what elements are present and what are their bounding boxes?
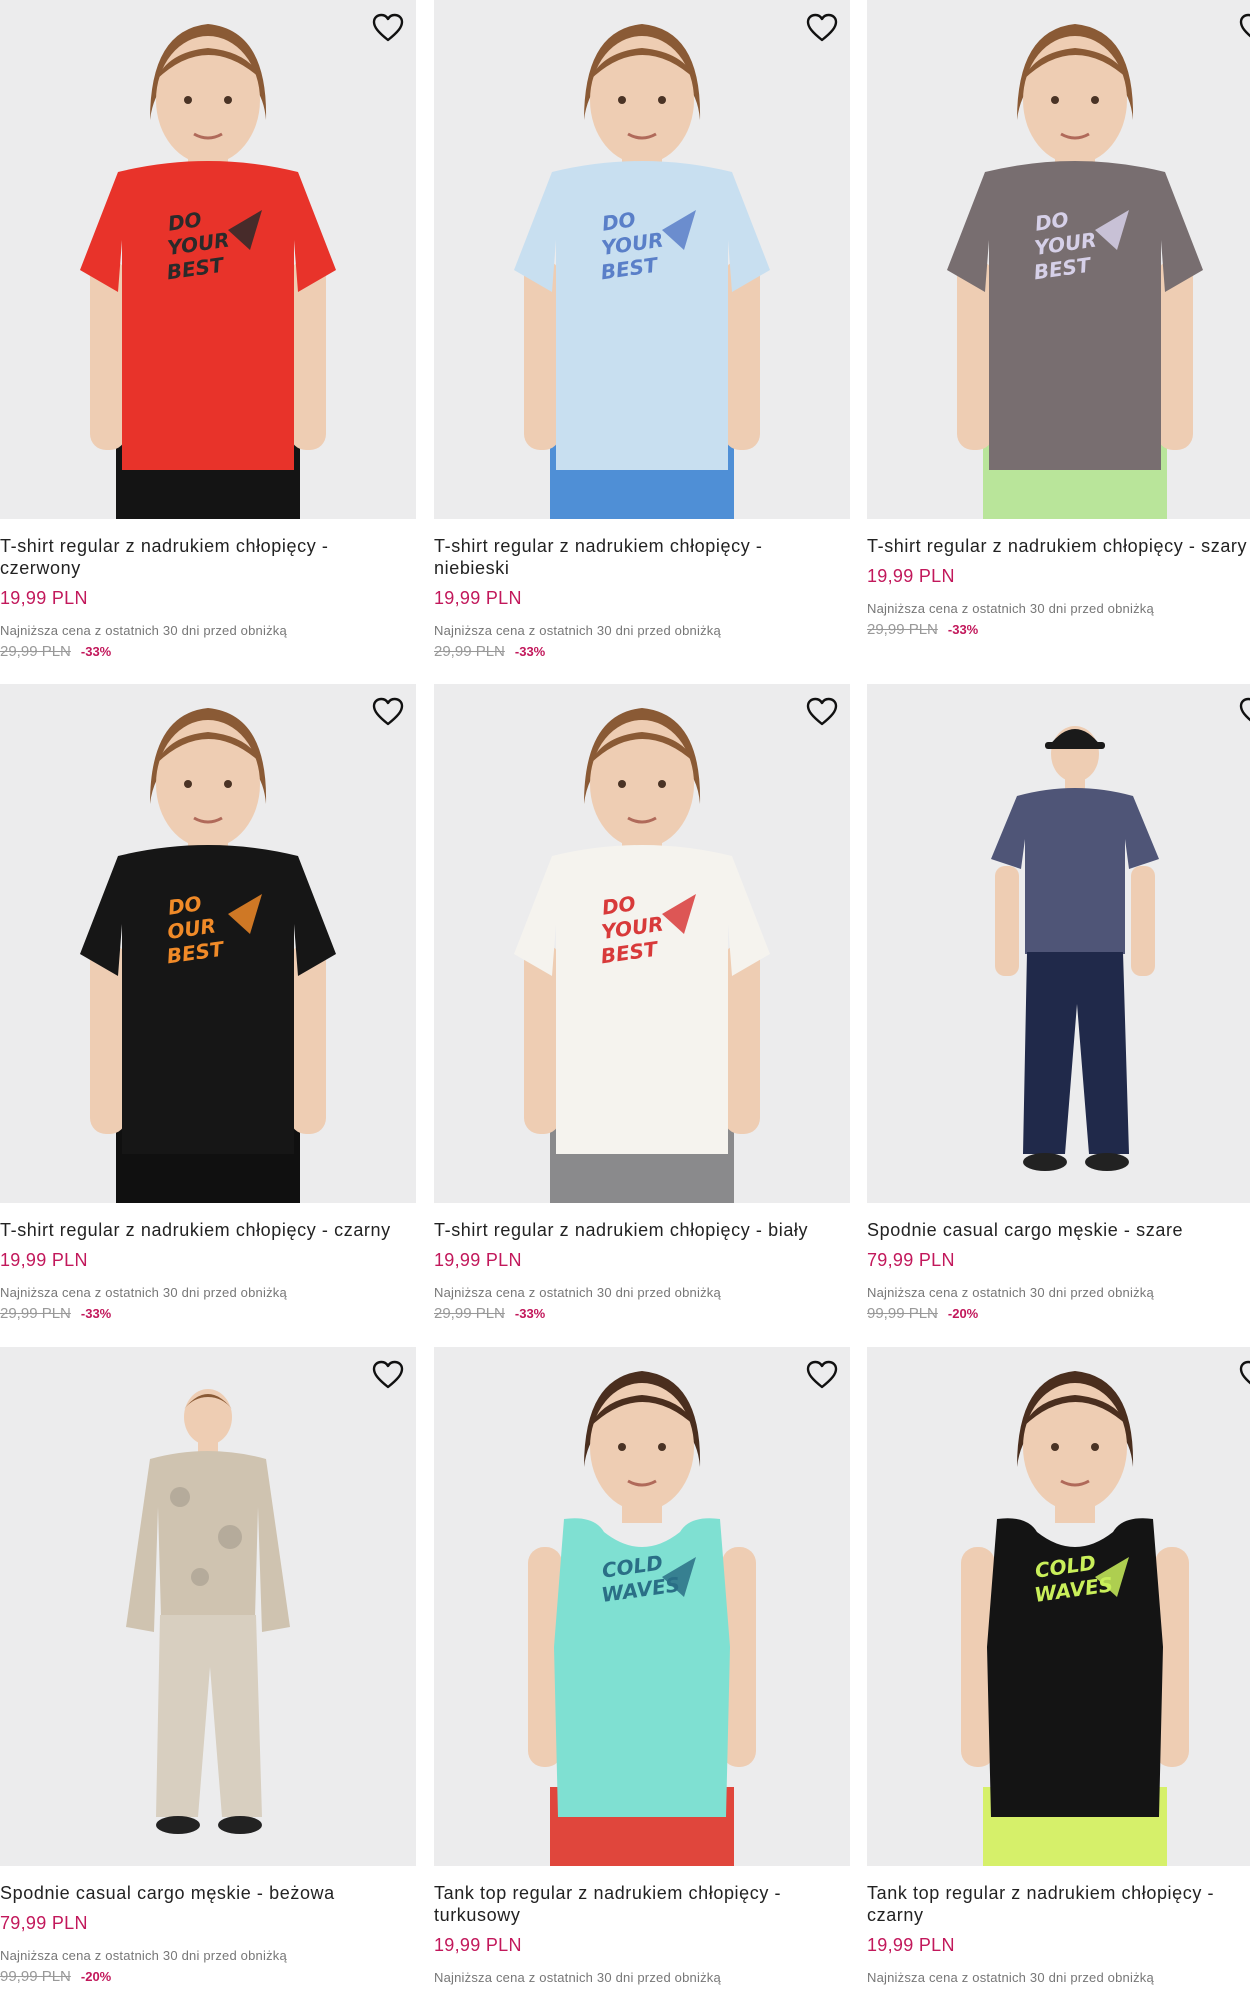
- heart-icon[interactable]: [370, 696, 406, 728]
- discount-badge: -33%: [514, 644, 546, 659]
- product-card[interactable]: COLD WAVES Tank top regular z nadrukiem c…: [867, 1347, 1250, 1990]
- product-image[interactable]: [867, 684, 1250, 1203]
- old-price-row: 29,99 PLN -33%: [0, 1305, 416, 1322]
- lowest-price-note: Najniższa cena z ostatnich 30 dni przed …: [434, 1285, 721, 1300]
- heart-icon[interactable]: [370, 12, 406, 44]
- old-price: 99,99 PLN: [0, 1968, 71, 1985]
- product-info: T-shirt regular z nadrukiem chłopięcy - …: [434, 1203, 850, 1322]
- old-price: 29,99 PLN: [867, 621, 938, 638]
- product-name[interactable]: T-shirt regular z nadrukiem chłopięcy - …: [0, 535, 400, 579]
- product-info: T-shirt regular z nadrukiem chłopięcy - …: [0, 1203, 416, 1322]
- product-card[interactable]: DO YOUR BEST T-shirt regular z nadrukiem c…: [867, 0, 1250, 638]
- discount-badge: -33%: [947, 622, 979, 637]
- heart-icon[interactable]: [804, 696, 840, 728]
- product-price: 19,99 PLN: [867, 566, 955, 586]
- old-price-row: 29,99 PLN -33%: [434, 643, 850, 660]
- heart-icon[interactable]: [1237, 12, 1250, 44]
- lowest-price-note: Najniższa cena z ostatnich 30 dni przed …: [434, 623, 721, 638]
- product-image[interactable]: DO YOUR BEST: [434, 684, 850, 1203]
- old-price: 29,99 PLN: [434, 1305, 505, 1322]
- heart-icon[interactable]: [804, 12, 840, 44]
- product-image[interactable]: DO YOUR BEST: [867, 0, 1250, 519]
- product-name[interactable]: T-shirt regular z nadrukiem chłopięcy - …: [867, 535, 1250, 557]
- product-price: 79,99 PLN: [867, 1250, 955, 1270]
- lowest-price-note: Najniższa cena z ostatnich 30 dni przed …: [867, 1285, 1154, 1300]
- discount-badge: -33%: [80, 644, 112, 659]
- product-info: Spodnie casual cargo męskie - szare 79,9…: [867, 1203, 1250, 1322]
- lowest-price-note: Najniższa cena z ostatnich 30 dni przed …: [0, 1948, 287, 1963]
- heart-icon[interactable]: [804, 1359, 840, 1391]
- product-card[interactable]: Spodnie casual cargo męskie - szare 79,9…: [867, 684, 1250, 1322]
- product-price: 19,99 PLN: [0, 588, 88, 608]
- discount-badge: -33%: [80, 1306, 112, 1321]
- product-card[interactable]: DO YOUR BEST T-shirt regular z nadrukiem c…: [0, 0, 416, 660]
- product-name[interactable]: Spodnie casual cargo męskie - szare: [867, 1219, 1250, 1241]
- old-price: 99,99 PLN: [867, 1305, 938, 1322]
- product-price: 19,99 PLN: [867, 1935, 955, 1955]
- product-info: Tank top regular z nadrukiem chłopięcy -…: [434, 1866, 850, 1990]
- lowest-price-note: Najniższa cena z ostatnich 30 dni przed …: [0, 623, 287, 638]
- product-image[interactable]: [0, 1347, 416, 1866]
- product-image[interactable]: DO YOUR BEST: [0, 0, 416, 519]
- product-name[interactable]: T-shirt regular z nadrukiem chłopięcy - …: [434, 1219, 834, 1241]
- old-price-row: 99,99 PLN -20%: [0, 1968, 416, 1985]
- old-price: 29,99 PLN: [0, 643, 71, 660]
- product-price: 19,99 PLN: [0, 1250, 88, 1270]
- discount-badge: -33%: [514, 1306, 546, 1321]
- product-info: Spodnie casual cargo męskie - beżowa 79,…: [0, 1866, 416, 1985]
- old-price: 29,99 PLN: [0, 1305, 71, 1322]
- product-name[interactable]: Spodnie casual cargo męskie - beżowa: [0, 1882, 400, 1904]
- product-price: 19,99 PLN: [434, 1250, 522, 1270]
- heart-icon[interactable]: [370, 1359, 406, 1391]
- old-price-row: 29,99 PLN -33%: [0, 643, 416, 660]
- product-image[interactable]: COLD WAVES: [434, 1347, 850, 1866]
- product-card[interactable]: DO YOUR BEST T-shirt regular z nadrukiem c…: [434, 0, 850, 660]
- old-price-row: 29,99 PLN -33%: [434, 1305, 850, 1322]
- product-image[interactable]: DO YOUR BEST: [434, 0, 850, 519]
- old-price-row: 29,99 PLN -33%: [867, 621, 1250, 638]
- product-card[interactable]: COLD WAVES Tank top regular z nadrukiem c…: [434, 1347, 850, 1990]
- product-image[interactable]: DO OUR BEST: [0, 684, 416, 1203]
- lowest-price-note: Najniższa cena z ostatnich 30 dni przed …: [867, 1970, 1154, 1985]
- product-price: 19,99 PLN: [434, 1935, 522, 1955]
- product-grid: DO YOUR BEST T-shirt regular z nadrukiem c…: [0, 0, 1250, 1992]
- old-price-row: 99,99 PLN -20%: [867, 1305, 1250, 1322]
- product-name[interactable]: T-shirt regular z nadrukiem chłopięcy - …: [434, 535, 834, 579]
- product-info: Tank top regular z nadrukiem chłopięcy -…: [867, 1866, 1250, 1990]
- product-price: 19,99 PLN: [434, 588, 522, 608]
- heart-icon[interactable]: [1237, 696, 1250, 728]
- product-image[interactable]: COLD WAVES: [867, 1347, 1250, 1866]
- discount-badge: -20%: [80, 1969, 112, 1984]
- product-info: T-shirt regular z nadrukiem chłopięcy - …: [0, 519, 416, 660]
- product-price: 79,99 PLN: [0, 1913, 88, 1933]
- lowest-price-note: Najniższa cena z ostatnich 30 dni przed …: [434, 1970, 721, 1985]
- discount-badge: -20%: [947, 1306, 979, 1321]
- lowest-price-note: Najniższa cena z ostatnich 30 dni przed …: [0, 1285, 287, 1300]
- old-price: 29,99 PLN: [434, 643, 505, 660]
- product-info: T-shirt regular z nadrukiem chłopięcy - …: [867, 519, 1250, 638]
- product-name[interactable]: T-shirt regular z nadrukiem chłopięcy - …: [0, 1219, 400, 1241]
- product-info: T-shirt regular z nadrukiem chłopięcy - …: [434, 519, 850, 660]
- product-name[interactable]: Tank top regular z nadrukiem chłopięcy -…: [434, 1882, 834, 1926]
- heart-icon[interactable]: [1237, 1359, 1250, 1391]
- lowest-price-note: Najniższa cena z ostatnich 30 dni przed …: [867, 601, 1154, 616]
- product-card[interactable]: DO YOUR BEST T-shirt regular z nadrukiem c…: [434, 684, 850, 1322]
- product-card[interactable]: Spodnie casual cargo męskie - beżowa 79,…: [0, 1347, 416, 1985]
- product-card[interactable]: DO OUR BEST T-shirt regular z nadrukiem ch…: [0, 684, 416, 1322]
- product-name[interactable]: Tank top regular z nadrukiem chłopięcy -…: [867, 1882, 1250, 1926]
